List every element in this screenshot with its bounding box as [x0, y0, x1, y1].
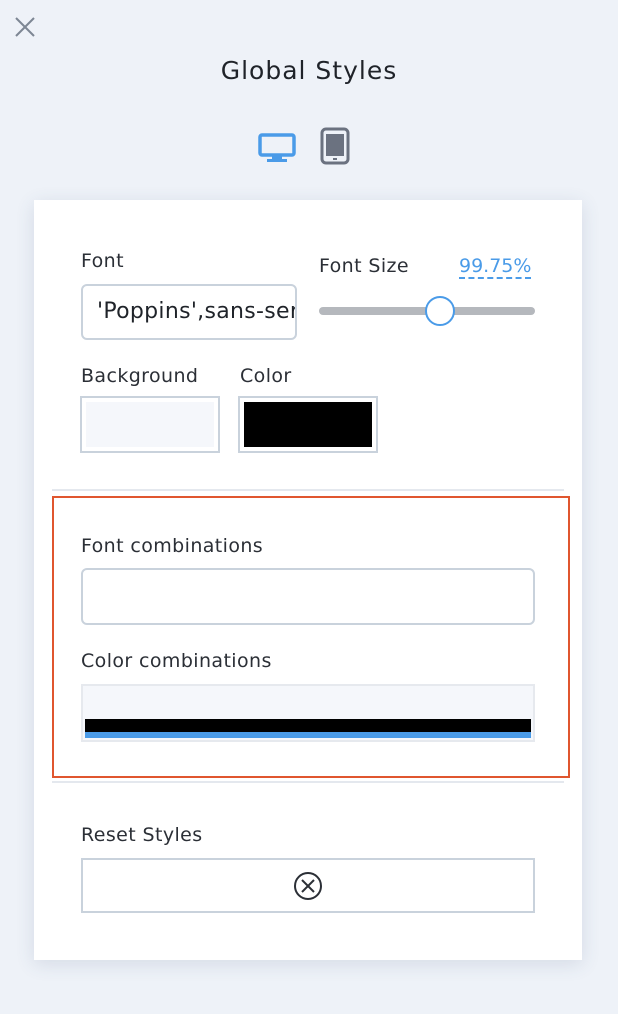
- background-color-fill: [86, 402, 214, 447]
- slider-thumb[interactable]: [424, 296, 455, 326]
- reset-styles-label: Reset Styles: [81, 824, 203, 846]
- background-swatch[interactable]: [80, 396, 220, 453]
- divider: [52, 489, 564, 491]
- color-swatch[interactable]: [238, 396, 378, 453]
- font-label: Font: [81, 250, 124, 272]
- close-icon[interactable]: [12, 14, 38, 40]
- font-combinations-select[interactable]: [81, 568, 535, 625]
- palette-light-bar: [85, 688, 531, 719]
- font-size-label: Font Size: [319, 255, 410, 277]
- palette-dark-bar: [85, 719, 531, 732]
- font-size-value[interactable]: 99.75%: [459, 255, 532, 279]
- desktop-icon[interactable]: [258, 133, 296, 163]
- divider: [52, 781, 564, 783]
- tablet-icon[interactable]: [320, 127, 350, 165]
- device-switcher: [0, 127, 618, 167]
- text-color-fill: [244, 402, 372, 447]
- styles-panel: Font 'Poppins',sans-serif Font Size 99.7…: [34, 200, 582, 960]
- font-input[interactable]: 'Poppins',sans-serif: [81, 284, 297, 340]
- palette-accent-bar: [85, 732, 531, 738]
- font-size-slider[interactable]: [319, 296, 535, 326]
- color-combinations-label: Color combinations: [81, 650, 272, 672]
- color-label: Color: [240, 365, 292, 387]
- font-combinations-label: Font combinations: [81, 535, 264, 557]
- page-title: Global Styles: [220, 56, 398, 85]
- circle-x-icon: [294, 872, 322, 900]
- reset-styles-button[interactable]: [81, 858, 535, 913]
- background-label: Background: [81, 365, 199, 387]
- color-combinations-select[interactable]: [81, 684, 535, 742]
